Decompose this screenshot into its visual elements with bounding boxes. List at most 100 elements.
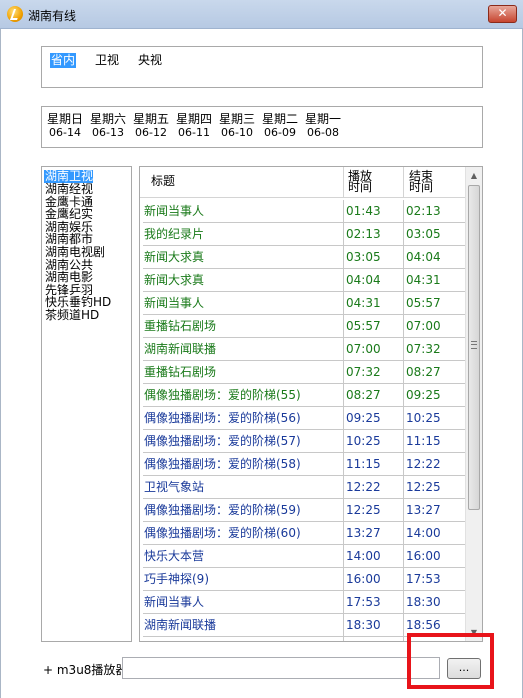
- column-header-start[interactable]: 播放 时间: [344, 167, 404, 198]
- end-time-cell: 12:22: [406, 457, 441, 471]
- program-title-cell: 偶像独播剧场：爱的阶梯(58): [143, 453, 344, 475]
- highlight-box: [407, 633, 494, 689]
- channel-list[interactable]: 湖南卫视 湖南经视 金鹰卡通 金鹰纪实 湖南娱乐 湖南都市 湖南电视剧 湖南公共…: [41, 166, 132, 642]
- end-time-cell: 03:05: [406, 227, 441, 241]
- program-title-cell: 偶像独播剧场：爱的阶梯(57): [143, 430, 344, 452]
- program-title-cell: 新闻大求真: [143, 246, 344, 268]
- start-time-cell: 18:30: [344, 614, 404, 636]
- start-time-cell: 07:32: [344, 361, 404, 383]
- day-item[interactable]: 星期一 06-08: [302, 112, 344, 140]
- start-time-cell: 13:27: [344, 522, 404, 544]
- channel-item[interactable]: 湖南经视: [44, 183, 131, 196]
- chevron-up-icon[interactable]: ▲: [466, 167, 482, 184]
- program-title-cell: 新闻当事人: [143, 200, 344, 222]
- app-logo-icon: [7, 6, 23, 22]
- tab-cctv[interactable]: 央视: [137, 53, 163, 68]
- table-row[interactable]: 偶像独播剧场：爱的阶梯(59) 12:25 13:27: [143, 499, 466, 522]
- start-time-cell: 14:00: [344, 545, 404, 567]
- program-title-cell: 快乐大本营: [143, 545, 344, 567]
- program-title-cell: 新闻大求真: [143, 269, 344, 291]
- program-title-cell: 偶像独播剧场：爱的阶梯(55): [143, 384, 344, 406]
- program-title-cell: 我的纪录片: [143, 223, 344, 245]
- program-title-cell: 巧手神探(9): [143, 568, 344, 590]
- scrollbar-thumb[interactable]: [468, 185, 480, 510]
- channel-item-hunan-satellite[interactable]: 湖南卫视: [44, 170, 94, 183]
- tab-satellite[interactable]: 卫视: [94, 53, 120, 68]
- schedule-table: 标题 播放 时间 结束 时间 新闻当事人 01:43 02:13 我的纪录片 02:13 03…: [139, 166, 483, 642]
- table-row[interactable]: 新闻大求真 03:05 04:04: [143, 246, 466, 269]
- program-title-cell: 重播钻石剧场: [143, 315, 344, 337]
- start-time-cell: 03:05: [344, 246, 404, 268]
- start-time-cell: 16:00: [344, 568, 404, 590]
- table-row[interactable]: 新闻当事人 01:43 02:13: [143, 200, 466, 223]
- end-time-cell: 07:00: [406, 319, 441, 333]
- end-time-cell: 10:25: [406, 411, 441, 425]
- table-row[interactable]: 新闻大求真 04:04 04:31: [143, 269, 466, 292]
- table-row[interactable]: 新闻当事人 04:31 05:57: [143, 292, 466, 315]
- end-time-cell: 12:25: [406, 480, 441, 494]
- end-time-cell: 17:53: [406, 572, 441, 586]
- end-time-cell: 09:25: [406, 388, 441, 402]
- vertical-scrollbar[interactable]: ▲ ▼: [465, 167, 482, 641]
- day-item[interactable]: 星期日 06-14: [44, 112, 86, 140]
- column-header-end[interactable]: 结束 时间: [404, 167, 466, 198]
- program-title-cell: 卫视气象站: [143, 476, 344, 498]
- start-time-cell: 04:31: [344, 292, 404, 314]
- close-button[interactable]: ✕: [488, 5, 517, 23]
- tab-province[interactable]: 省内: [50, 53, 77, 68]
- end-time-cell: 14:00: [406, 526, 441, 540]
- table-row[interactable]: 巧手神探(9) 16:00 17:53: [143, 568, 466, 591]
- program-title-cell: 偶像独播剧场：爱的阶梯(59): [143, 499, 344, 521]
- day-item[interactable]: 星期六 06-13: [87, 112, 129, 140]
- end-time-cell: 04:04: [406, 250, 441, 264]
- table-row[interactable]: 新闻当事人 17:53 18:30: [143, 591, 466, 614]
- close-icon: ✕: [497, 6, 508, 20]
- end-time-cell: 13:27: [406, 503, 441, 517]
- channel-item[interactable]: 茶频道HD: [44, 309, 131, 322]
- start-time-cell: 18:56: [344, 637, 404, 641]
- day-selector: 星期日 06-14 星期六 06-13 星期五 06-12 星期四 06-11 星期三 0…: [41, 106, 483, 148]
- end-time-cell: 05:57: [406, 296, 441, 310]
- end-time-cell: 07:32: [406, 342, 441, 356]
- start-time-cell: 04:04: [344, 269, 404, 291]
- table-row[interactable]: 偶像独播剧场：爱的阶梯(60) 13:27 14:00: [143, 522, 466, 545]
- channel-item[interactable]: 金鹰纪实: [44, 208, 131, 221]
- end-time-cell: 18:30: [406, 595, 441, 609]
- day-item[interactable]: 星期四 06-11: [173, 112, 215, 140]
- column-header-title[interactable]: 标题: [143, 167, 344, 198]
- program-title-cell: 偶像独播剧场：爱的阶梯(56): [143, 407, 344, 429]
- table-row[interactable]: 重播钻石剧场 07:32 08:27: [143, 361, 466, 384]
- program-title-cell: 湖南新闻联播: [143, 338, 344, 360]
- player-path-input[interactable]: [122, 657, 440, 679]
- title-bar: 湖南有线 ✕: [0, 0, 523, 29]
- end-time-cell: 04:31: [406, 273, 441, 287]
- start-time-cell: 12:22: [344, 476, 404, 498]
- end-time-cell: 11:15: [406, 434, 441, 448]
- start-time-cell: 07:00: [344, 338, 404, 360]
- channel-item[interactable]: 湖南电视剧: [44, 246, 131, 259]
- window-title: 湖南有线: [28, 9, 77, 23]
- table-row[interactable]: 重播钻石剧场 05:57 07:00: [143, 315, 466, 338]
- start-time-cell: 05:57: [344, 315, 404, 337]
- channel-item[interactable]: 湖南电影: [44, 271, 131, 284]
- day-item[interactable]: 星期三 06-10: [216, 112, 258, 140]
- table-row[interactable]: 偶像独播剧场：爱的阶梯(57) 10:25 11:15: [143, 430, 466, 453]
- table-row[interactable]: 湖南新闻联播 07:00 07:32: [143, 338, 466, 361]
- start-time-cell: 12:25: [344, 499, 404, 521]
- day-item[interactable]: 星期二 06-09: [259, 112, 301, 140]
- end-time-cell: 02:13: [406, 204, 441, 218]
- day-item[interactable]: 星期五 06-12: [130, 112, 172, 140]
- table-row[interactable]: 偶像独播剧场：爱的阶梯(55) 08:27 09:25: [143, 384, 466, 407]
- start-time-cell: 08:27: [344, 384, 404, 406]
- start-time-cell: 02:13: [344, 223, 404, 245]
- end-time-cell: 08:27: [406, 365, 441, 379]
- table-row[interactable]: 卫视气象站 12:22 12:25: [143, 476, 466, 499]
- table-row[interactable]: 偶像独播剧场：爱的阶梯(56) 09:25 10:25: [143, 407, 466, 430]
- table-row[interactable]: 我的纪录片 02:13 03:05: [143, 223, 466, 246]
- program-title-cell: 湖南新闻联播: [143, 614, 344, 636]
- start-time-cell: 01:43: [344, 200, 404, 222]
- player-label: + m3u8播放器: [43, 663, 128, 677]
- table-header: 标题 播放 时间 结束 时间: [140, 167, 467, 198]
- table-row[interactable]: 偶像独播剧场：爱的阶梯(58) 11:15 12:22: [143, 453, 466, 476]
- table-row[interactable]: 快乐大本营 14:00 16:00: [143, 545, 466, 568]
